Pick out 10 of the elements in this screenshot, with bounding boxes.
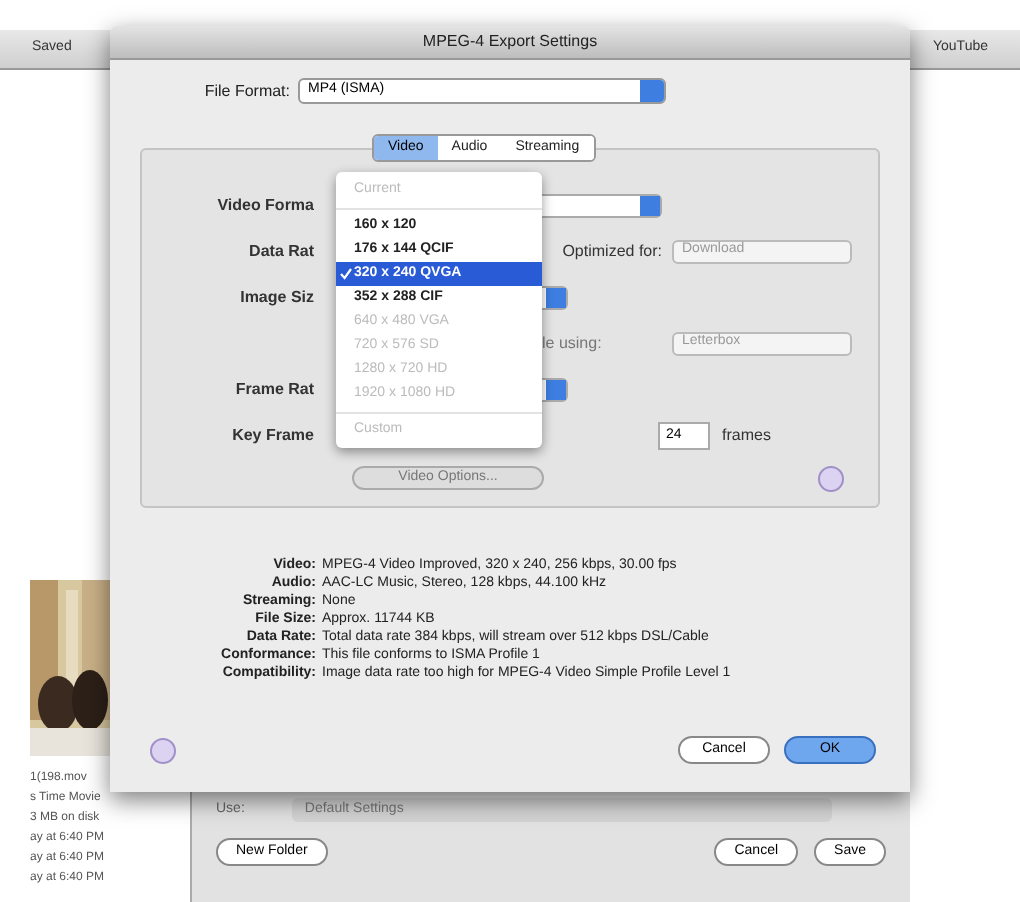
field-label: Optimized for: [560,239,662,263]
field-label: Data Rat [247,239,314,263]
window-title: MPEG-4 Export Settings [422,30,598,54]
file-format-label: File Format: [202,79,290,103]
field-label: Image Siz [238,285,314,309]
field-label: Frame Rat [233,377,314,401]
field-label: le using: [542,331,604,355]
field-label: Video Forma [215,193,314,217]
field-label: Key Frame [230,423,314,447]
unit-label: frames [722,423,771,447]
